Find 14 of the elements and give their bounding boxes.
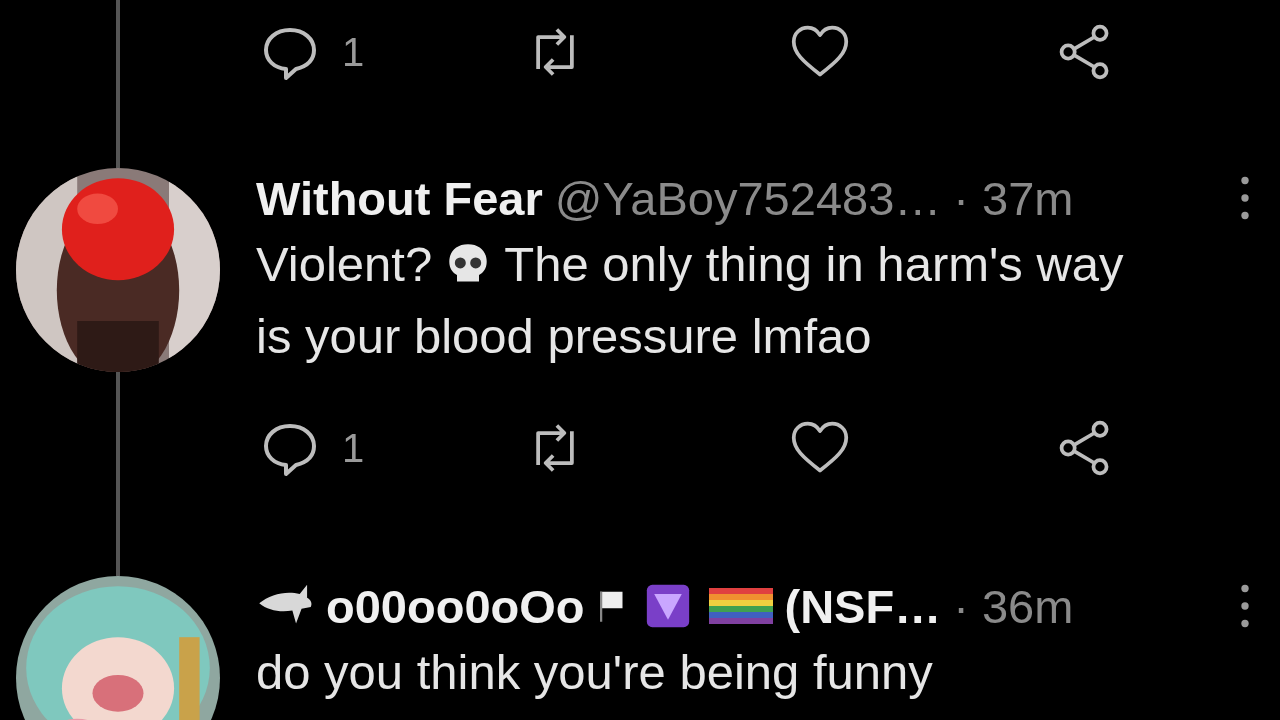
- reply-count: 1: [342, 425, 365, 471]
- tweet-text: Violent?: [256, 236, 433, 292]
- tweet-text: do you think you're being funny: [256, 644, 933, 700]
- user-handle[interactable]: @YaBoy752483…: [554, 170, 942, 226]
- timestamp: · 36m: [953, 578, 1074, 634]
- tweet-text: is your blood pressure lmfao: [256, 308, 872, 364]
- user-name[interactable]: (NSF…: [784, 578, 942, 634]
- more-icon[interactable]: [1240, 583, 1250, 629]
- user-name[interactable]: Without Fear: [256, 170, 543, 226]
- tweet-text: The only thing in harm's way: [504, 236, 1124, 292]
- more-icon[interactable]: [1240, 175, 1250, 221]
- timestamp: · 37m: [953, 170, 1074, 226]
- reply-count: 1: [342, 29, 365, 75]
- user-name[interactable]: o00oo0oOo: [326, 578, 585, 634]
